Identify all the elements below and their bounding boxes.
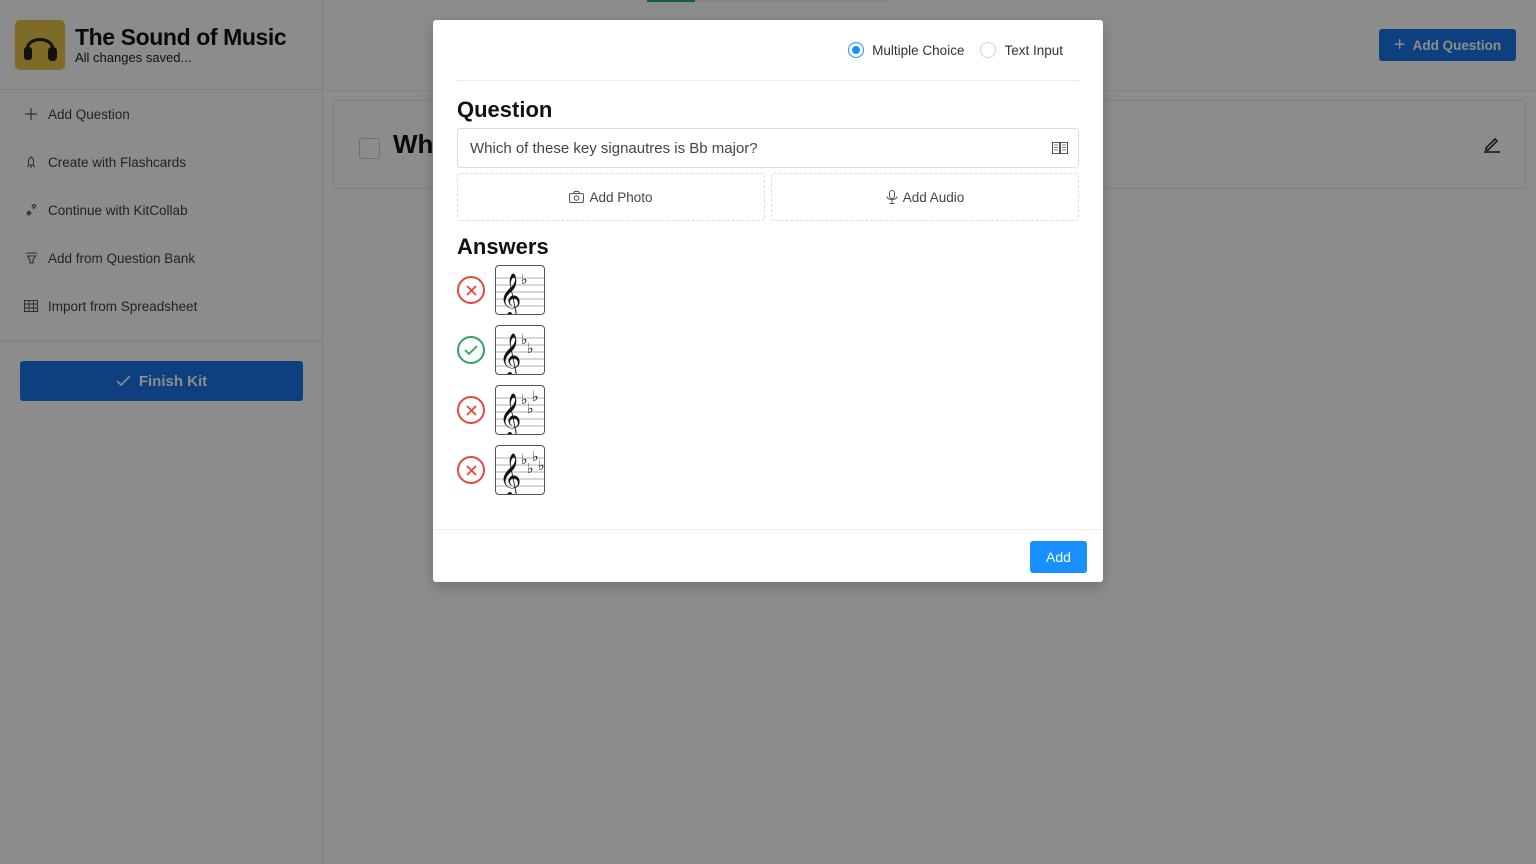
incorrect-answer-toggle[interactable]: [457, 276, 485, 304]
check-icon: [464, 344, 478, 355]
svg-text:𝄞: 𝄞: [499, 393, 521, 435]
question-heading: Question: [457, 97, 553, 122]
incorrect-answer-toggle[interactable]: [457, 456, 485, 484]
correct-answer-toggle[interactable]: [457, 336, 485, 364]
x-icon: [465, 404, 477, 416]
add-question-modal: Multiple Choice Text Input Question Whic…: [433, 20, 1103, 582]
x-icon: [465, 284, 477, 296]
radio-text-input[interactable]: Text Input: [980, 42, 1063, 58]
modal-footer-divider: [433, 529, 1103, 530]
svg-text:♭: ♭: [527, 341, 534, 357]
svg-text:♭: ♭: [521, 272, 528, 288]
add-photo-label: Add Photo: [589, 189, 653, 205]
incorrect-answer-toggle[interactable]: [457, 396, 485, 424]
question-text: Which of these key signautres is Bb majo…: [470, 139, 758, 157]
radio-label: Text Input: [1004, 42, 1063, 58]
radio-multiple-choice[interactable]: Multiple Choice: [848, 42, 964, 58]
svg-text:𝄞: 𝄞: [499, 453, 521, 495]
answers-heading: Answers: [457, 234, 549, 259]
add-audio-label: Add Audio: [902, 189, 965, 205]
add-photo-button[interactable]: Add Photo: [457, 173, 765, 221]
svg-text:𝄞: 𝄞: [499, 273, 521, 315]
answer-option: 𝄞 ♭: [457, 265, 545, 315]
question-type-selector: Multiple Choice Text Input: [457, 20, 1079, 81]
radio-circle[interactable]: [980, 42, 997, 58]
key-signature-image[interactable]: 𝄞 ♭ ♭: [495, 325, 545, 375]
svg-text:♭: ♭: [538, 458, 545, 474]
key-signature-image[interactable]: 𝄞 ♭: [495, 265, 545, 315]
key-signature-image[interactable]: 𝄞 ♭ ♭ ♭: [495, 385, 545, 435]
microphone-icon: [886, 190, 898, 204]
question-text-input[interactable]: Which of these key signautres is Bb majo…: [457, 128, 1079, 168]
add-button[interactable]: Add: [1030, 541, 1087, 573]
answer-option: 𝄞 ♭ ♭: [457, 325, 545, 375]
radio-circle[interactable]: [848, 42, 865, 58]
answer-option: 𝄞 ♭ ♭ ♭: [457, 385, 545, 435]
key-signature-image[interactable]: 𝄞 ♭ ♭ ♭ ♭: [495, 445, 545, 495]
answer-option: 𝄞 ♭ ♭ ♭ ♭: [457, 445, 545, 495]
book-icon[interactable]: [1052, 141, 1068, 158]
camera-icon: [569, 191, 585, 203]
svg-text:𝄞: 𝄞: [499, 333, 521, 375]
svg-text:♭: ♭: [532, 389, 539, 405]
x-icon: [465, 464, 477, 476]
radio-label: Multiple Choice: [872, 42, 965, 58]
add-audio-button[interactable]: Add Audio: [771, 173, 1079, 221]
